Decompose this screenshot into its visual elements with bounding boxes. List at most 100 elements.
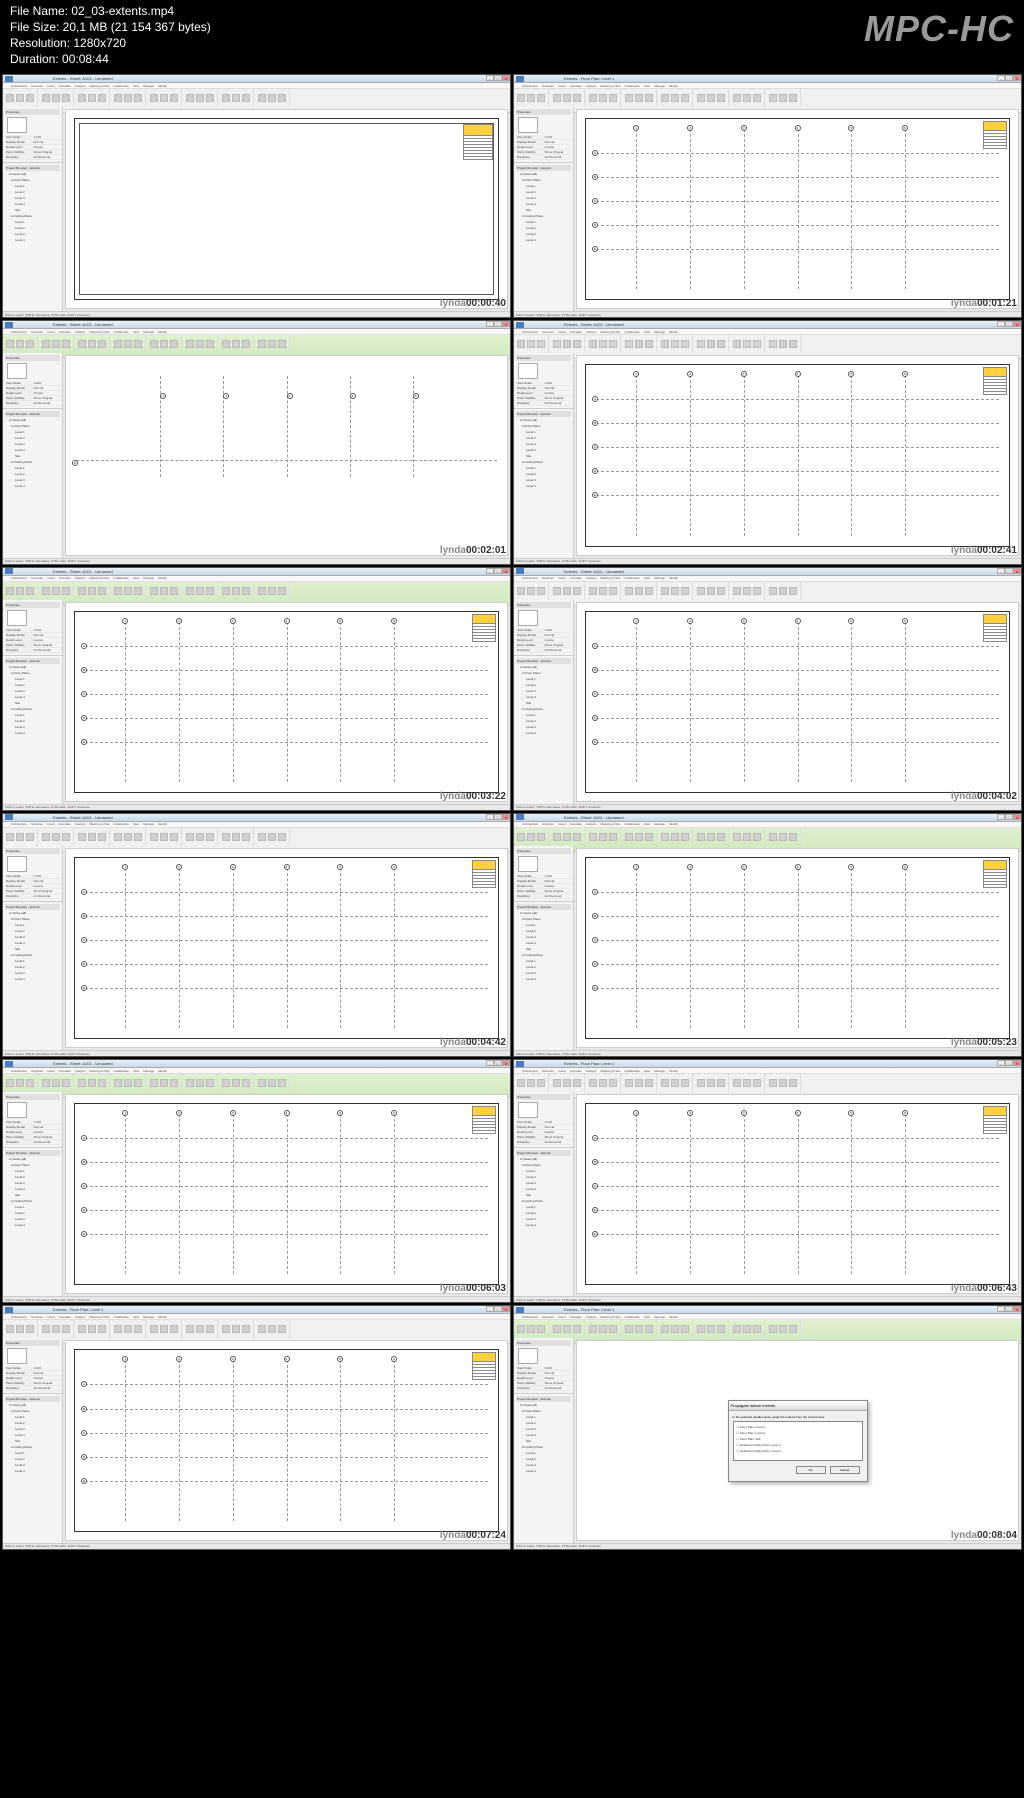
- ribbon-button[interactable]: [753, 94, 761, 102]
- grid-line[interactable]: [596, 988, 999, 989]
- ribbon-button[interactable]: [150, 1325, 158, 1333]
- ribbon-button[interactable]: [278, 833, 286, 841]
- grid-line[interactable]: [85, 988, 488, 989]
- ribbon-tab[interactable]: Insert: [558, 1315, 566, 1319]
- ribbon-button[interactable]: [78, 587, 86, 595]
- grid-bubble[interactable]: A: [81, 889, 87, 895]
- ribbon-button[interactable]: [527, 833, 535, 841]
- ribbon-button[interactable]: [681, 1325, 689, 1333]
- ribbon-button[interactable]: [186, 1325, 194, 1333]
- ribbon-tab[interactable]: Massing & Site: [600, 1069, 620, 1073]
- ribbon-button[interactable]: [98, 833, 106, 841]
- property-row[interactable]: DisciplineArchitectural: [5, 401, 60, 406]
- grid-line[interactable]: [160, 376, 161, 477]
- ribbon-tab[interactable]: Modify: [669, 1315, 678, 1319]
- ribbon-button[interactable]: [242, 1079, 250, 1087]
- grid-bubble[interactable]: B: [81, 1159, 87, 1165]
- grid-line[interactable]: [85, 1457, 488, 1458]
- minimize-button[interactable]: -: [997, 75, 1005, 81]
- ribbon-button[interactable]: [114, 1079, 122, 1087]
- ribbon-button[interactable]: [134, 94, 142, 102]
- ribbon-button[interactable]: [206, 94, 214, 102]
- ribbon-button[interactable]: [717, 94, 725, 102]
- grid-line[interactable]: [596, 964, 999, 965]
- grid-bubble[interactable]: C: [81, 937, 87, 943]
- property-row[interactable]: DisciplineArchitectural: [516, 894, 571, 899]
- grid-line[interactable]: [413, 376, 414, 477]
- thumbnail[interactable]: Extents - Floor Plan: Level 1 - □ × Arch…: [513, 1305, 1022, 1549]
- ribbon-button[interactable]: [150, 587, 158, 595]
- ribbon-button[interactable]: [717, 340, 725, 348]
- ribbon-button[interactable]: [635, 1079, 643, 1087]
- ribbon-button[interactable]: [150, 1079, 158, 1087]
- thumbnail[interactable]: Extents - Sheet: A101 - Unnamed - □ × Ar…: [2, 567, 511, 811]
- grid-line[interactable]: [596, 447, 999, 448]
- grid-bubble[interactable]: D: [81, 1207, 87, 1213]
- ribbon-button[interactable]: [268, 340, 276, 348]
- ribbon-tab[interactable]: Modify: [669, 576, 678, 580]
- property-row[interactable]: DisciplineArchitectural: [5, 648, 60, 653]
- ribbon-button[interactable]: [779, 587, 787, 595]
- ribbon-tab[interactable]: Architecture: [522, 84, 538, 88]
- ribbon-button[interactable]: [789, 587, 797, 595]
- close-button[interactable]: ×: [1013, 321, 1021, 327]
- grid-bubble[interactable]: 2: [687, 371, 693, 377]
- ribbon-button[interactable]: [599, 1079, 607, 1087]
- grid-bubble[interactable]: 3: [741, 618, 747, 624]
- ribbon-button[interactable]: [26, 833, 34, 841]
- ribbon-button[interactable]: [753, 340, 761, 348]
- ribbon-button[interactable]: [625, 1325, 633, 1333]
- grid-line[interactable]: [596, 916, 999, 917]
- ribbon-button[interactable]: [242, 1325, 250, 1333]
- ribbon-button[interactable]: [517, 587, 525, 595]
- ribbon-button[interactable]: [789, 94, 797, 102]
- grid-line[interactable]: [85, 916, 488, 917]
- grid-bubble[interactable]: 5: [337, 618, 343, 624]
- ribbon-button[interactable]: [599, 587, 607, 595]
- ribbon-button[interactable]: [150, 833, 158, 841]
- ribbon-button[interactable]: [609, 1325, 617, 1333]
- type-selector[interactable]: [7, 363, 27, 379]
- ribbon-button[interactable]: [222, 1079, 230, 1087]
- ribbon-button[interactable]: [589, 587, 597, 595]
- ribbon-tab[interactable]: Modify: [669, 84, 678, 88]
- ribbon-button[interactable]: [170, 1325, 178, 1333]
- grid-line[interactable]: [85, 1384, 488, 1385]
- grid-line[interactable]: [596, 1138, 999, 1139]
- ribbon-tab[interactable]: Modify: [669, 822, 678, 826]
- ribbon-button[interactable]: [98, 94, 106, 102]
- grid-bubble[interactable]: E: [81, 1478, 87, 1484]
- ribbon-button[interactable]: [537, 587, 545, 595]
- ribbon-button[interactable]: [753, 1079, 761, 1087]
- ribbon-button[interactable]: [527, 94, 535, 102]
- drawing-canvas[interactable]: 123456ABCDE: [576, 602, 1019, 802]
- ribbon-button[interactable]: [124, 833, 132, 841]
- ribbon-tab[interactable]: Insert: [558, 330, 566, 334]
- grid-bubble[interactable]: 2: [687, 1110, 693, 1116]
- ribbon-button[interactable]: [661, 1079, 669, 1087]
- maximize-button[interactable]: □: [1005, 568, 1013, 574]
- grid-bubble[interactable]: 2: [687, 125, 693, 131]
- ribbon-button[interactable]: [753, 1325, 761, 1333]
- grid-bubble[interactable]: 3: [741, 864, 747, 870]
- close-button[interactable]: ×: [1013, 75, 1021, 81]
- ribbon-tab[interactable]: View: [644, 1315, 650, 1319]
- ribbon-button[interactable]: [186, 1079, 194, 1087]
- ribbon-button[interactable]: [625, 340, 633, 348]
- ribbon-button[interactable]: [222, 340, 230, 348]
- ribbon-tab[interactable]: View: [644, 576, 650, 580]
- grid-bubble[interactable]: 5: [848, 125, 854, 131]
- grid-bubble[interactable]: 1: [122, 1356, 128, 1362]
- ribbon-tab[interactable]: Massing & Site: [89, 822, 109, 826]
- maximize-button[interactable]: □: [494, 568, 502, 574]
- minimize-button[interactable]: -: [486, 1060, 494, 1066]
- ribbon-tab[interactable]: Massing & Site: [600, 1315, 620, 1319]
- ribbon-button[interactable]: [268, 833, 276, 841]
- grid-bubble[interactable]: A: [81, 1381, 87, 1387]
- ribbon-button[interactable]: [62, 1079, 70, 1087]
- grid-bubble[interactable]: B: [81, 1406, 87, 1412]
- ribbon-button[interactable]: [527, 340, 535, 348]
- ribbon-button[interactable]: [733, 340, 741, 348]
- ribbon-button[interactable]: [52, 340, 60, 348]
- ribbon-button[interactable]: [6, 340, 14, 348]
